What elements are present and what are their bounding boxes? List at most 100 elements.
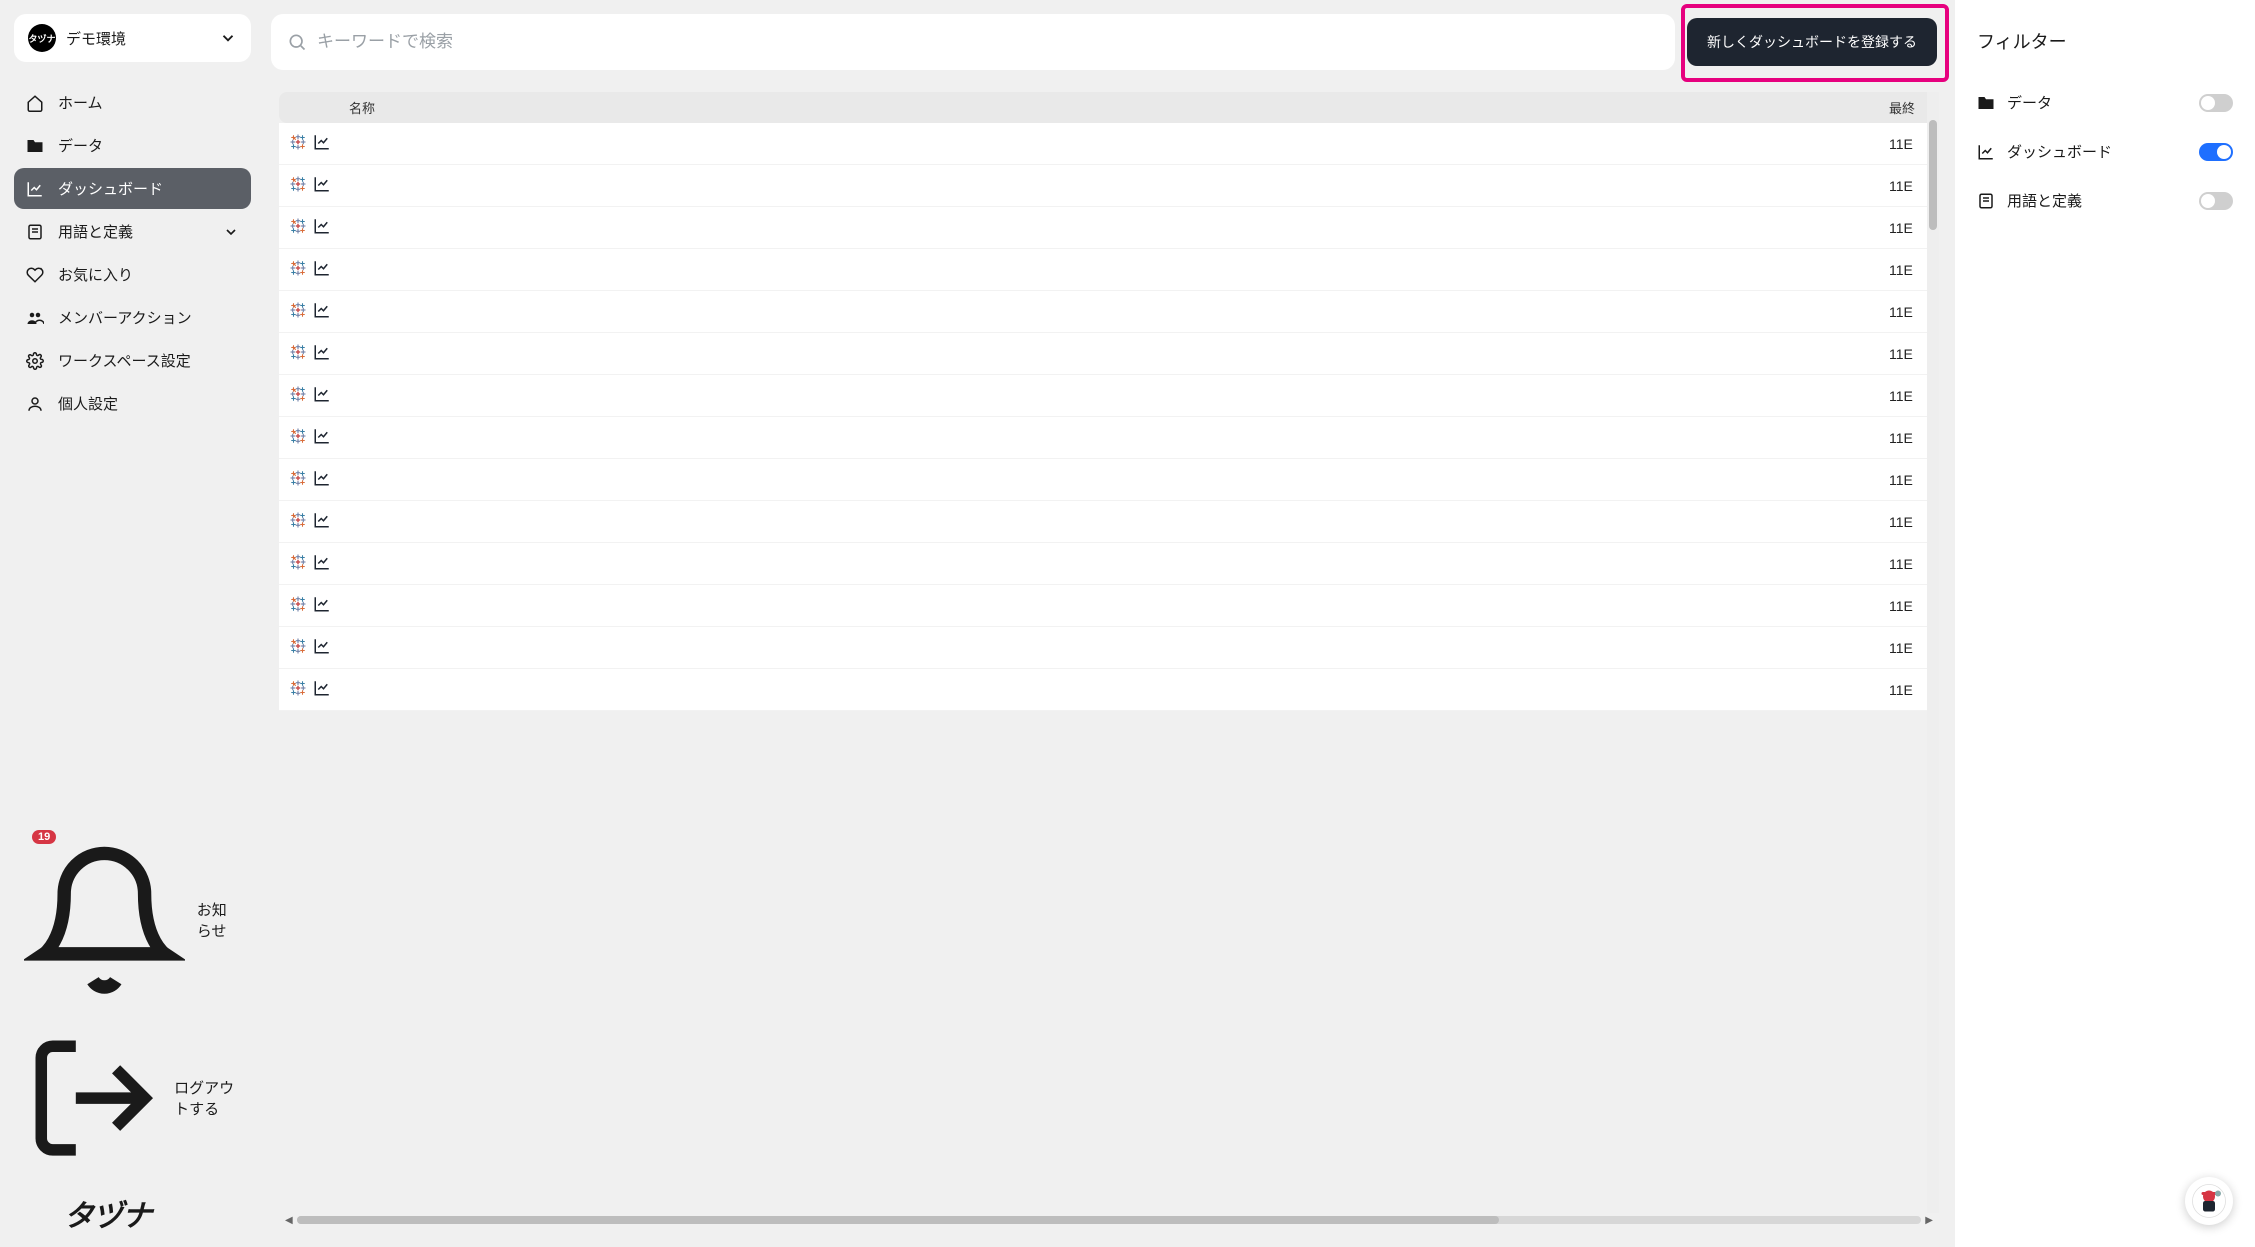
table-row[interactable]: 11E	[279, 501, 1939, 543]
filter-label: 用語と定義	[2007, 190, 2187, 211]
sidebar-item-personal-settings[interactable]: 個人設定	[14, 383, 251, 424]
tableau-icon	[289, 553, 307, 574]
tableau-icon	[289, 217, 307, 238]
filter-item-data[interactable]: データ	[1977, 78, 2233, 127]
column-name[interactable]: 名称	[345, 98, 1889, 117]
notifications-badge: 19	[32, 830, 56, 844]
users-icon	[26, 309, 44, 327]
filter-panel: フィルター データ ダッシュボード 用語と定義	[1955, 0, 2255, 1247]
sidebar-nav: ホーム データ ダッシュボード 用語と定義 お気に入り メンバーアクショ	[14, 82, 251, 424]
heart-icon	[26, 266, 44, 284]
sidebar-item-favorites[interactable]: お気に入り	[14, 254, 251, 295]
row-date: 11E	[1889, 430, 1929, 446]
table-row[interactable]: 11E	[279, 207, 1939, 249]
table-row[interactable]: 11E	[279, 543, 1939, 585]
search-input[interactable]	[317, 32, 1659, 52]
row-date: 11E	[1889, 640, 1929, 656]
table-row[interactable]: 11E	[279, 627, 1939, 669]
filter-toggle-dashboard[interactable]	[2199, 143, 2233, 161]
sidebar-item-label: 用語と定義	[58, 221, 133, 242]
row-date: 11E	[1889, 346, 1929, 362]
table-row[interactable]: 11E	[279, 333, 1939, 375]
table-header: 名称 最終	[279, 92, 1939, 123]
tableau-icon	[289, 427, 307, 448]
sidebar-item-workspace-settings[interactable]: ワークスペース設定	[14, 340, 251, 381]
row-date: 11E	[1889, 262, 1929, 278]
workspace-selector[interactable]: タヅナ デモ環境	[14, 14, 251, 62]
chart-icon	[313, 301, 331, 322]
notifications-link[interactable]: 19 お知らせ	[14, 832, 251, 1009]
filter-label: ダッシュボード	[2007, 141, 2187, 162]
workspace-badge: タヅナ	[28, 24, 56, 52]
topbar: 新しくダッシュボードを登録する	[271, 14, 1941, 70]
register-dashboard-button[interactable]: 新しくダッシュボードを登録する	[1687, 18, 1937, 66]
tableau-icon	[289, 259, 307, 280]
horizontal-scrollbar[interactable]: ◀ ▶	[279, 1213, 1939, 1227]
sidebar-item-label: ダッシュボード	[58, 178, 163, 199]
help-fab[interactable]	[2185, 1177, 2233, 1225]
brand-logo: タヅナ	[14, 1187, 251, 1235]
row-date: 11E	[1889, 556, 1929, 572]
table-row[interactable]: 11E	[279, 291, 1939, 333]
table-row[interactable]: 11E	[279, 417, 1939, 459]
chart-icon	[1977, 143, 1995, 161]
vertical-scrollbar[interactable]	[1927, 92, 1939, 1213]
sidebar-item-home[interactable]: ホーム	[14, 82, 251, 123]
table-row[interactable]: 11E	[279, 375, 1939, 417]
chart-icon	[313, 385, 331, 406]
row-date: 11E	[1889, 598, 1929, 614]
table-row[interactable]: 11E	[279, 123, 1939, 165]
filter-label: データ	[2007, 92, 2187, 113]
tableau-icon	[289, 469, 307, 490]
dashboard-table: 名称 最終 11E	[271, 86, 1941, 1233]
logout-label: ログアウトする	[174, 1077, 241, 1119]
filter-item-glossary[interactable]: 用語と定義	[1977, 176, 2233, 225]
tableau-icon	[289, 175, 307, 196]
book-icon	[1977, 192, 1995, 210]
filter-item-dashboard[interactable]: ダッシュボード	[1977, 127, 2233, 176]
home-icon	[26, 94, 44, 112]
scroll-left-icon[interactable]: ◀	[285, 1215, 293, 1226]
chart-icon	[313, 595, 331, 616]
register-button-label: 新しくダッシュボードを登録する	[1707, 32, 1917, 52]
table-row[interactable]: 11E	[279, 165, 1939, 207]
chart-icon	[313, 553, 331, 574]
notifications-label: お知らせ	[197, 899, 241, 941]
sidebar-item-glossary[interactable]: 用語と定義	[14, 211, 251, 252]
chart-icon	[313, 427, 331, 448]
tableau-icon	[289, 301, 307, 322]
tableau-icon	[289, 679, 307, 700]
row-date: 11E	[1889, 136, 1929, 152]
sidebar-item-data[interactable]: データ	[14, 125, 251, 166]
folder-icon	[26, 137, 44, 155]
table-row[interactable]: 11E	[279, 585, 1939, 627]
filter-toggle-data[interactable]	[2199, 94, 2233, 112]
chart-icon	[313, 679, 331, 700]
row-date: 11E	[1889, 388, 1929, 404]
table-row[interactable]: 11E	[279, 459, 1939, 501]
sidebar-item-label: ホーム	[58, 92, 103, 113]
workspace-name: デモ環境	[66, 28, 209, 49]
column-updated[interactable]: 最終	[1889, 98, 1929, 117]
tableau-icon	[289, 637, 307, 658]
chevron-down-icon	[219, 29, 237, 47]
search-box[interactable]	[271, 14, 1675, 70]
main-content: 新しくダッシュボードを登録する 名称 最終	[265, 0, 1955, 1247]
search-icon	[287, 32, 307, 52]
mascot-icon	[2191, 1183, 2227, 1219]
chart-icon	[313, 511, 331, 532]
scroll-right-icon[interactable]: ▶	[1925, 1215, 1933, 1226]
row-date: 11E	[1889, 472, 1929, 488]
chart-icon	[313, 259, 331, 280]
tableau-icon	[289, 595, 307, 616]
chart-icon	[313, 217, 331, 238]
sidebar-item-dashboard[interactable]: ダッシュボード	[14, 168, 251, 209]
table-row[interactable]: 11E	[279, 249, 1939, 291]
logout-link[interactable]: ログアウトする	[14, 1021, 251, 1175]
logout-icon	[24, 1029, 162, 1167]
table-row[interactable]: 11E	[279, 669, 1939, 711]
filter-toggle-glossary[interactable]	[2199, 192, 2233, 210]
sidebar-item-member-actions[interactable]: メンバーアクション	[14, 297, 251, 338]
chart-icon	[313, 637, 331, 658]
bell-icon	[24, 840, 185, 1001]
